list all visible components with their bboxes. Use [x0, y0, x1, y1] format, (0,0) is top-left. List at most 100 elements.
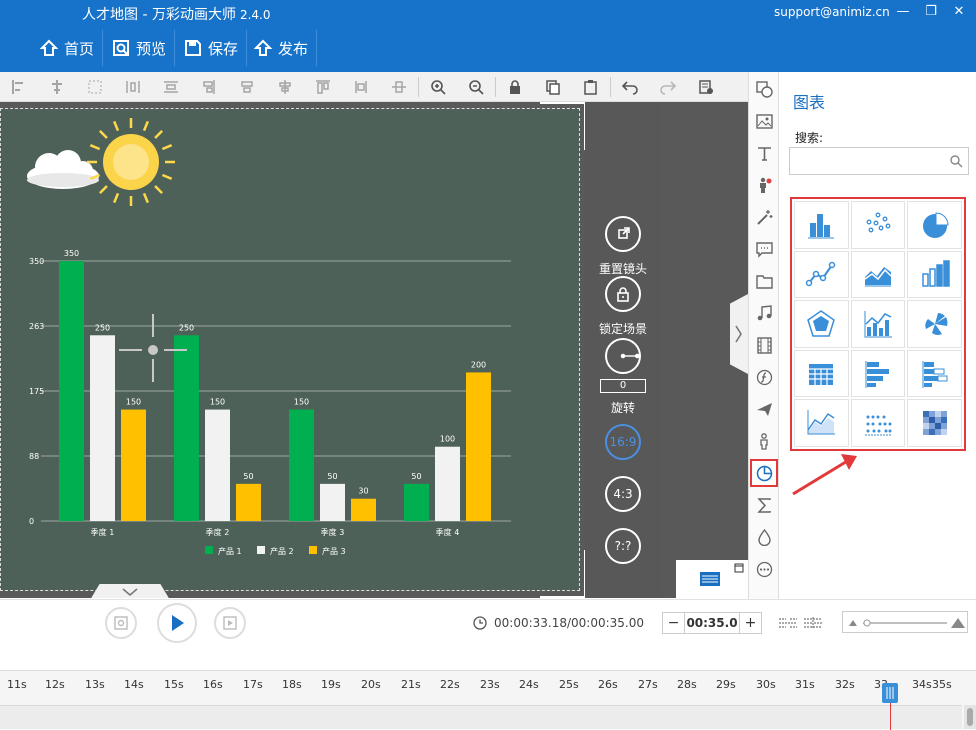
sun-ray: [154, 185, 163, 194]
align-left-button[interactable]: [0, 72, 38, 102]
expand-panel-tab[interactable]: [730, 294, 748, 374]
zoom-slider[interactable]: [842, 611, 968, 633]
preview-button[interactable]: 预览: [104, 30, 176, 66]
minimize-button[interactable]: —: [893, 2, 913, 22]
duration-stepper[interactable]: − 00:35.0 +: [662, 612, 762, 634]
chart-type-bar[interactable]: [794, 201, 849, 249]
transition-tool[interactable]: [752, 397, 776, 421]
duration-minus-button[interactable]: −: [663, 613, 685, 633]
align-top-button[interactable]: [304, 72, 342, 102]
align-center-button[interactable]: [228, 72, 266, 102]
chart-type-table[interactable]: [794, 349, 849, 398]
restore-button[interactable]: ❐: [921, 2, 941, 22]
search-icon[interactable]: [949, 154, 963, 168]
ratio-custom-button[interactable]: ?:?: [605, 528, 641, 564]
timeline-scroll-thumb[interactable]: [967, 708, 973, 726]
align-col-button[interactable]: [190, 72, 228, 102]
bubble-tool[interactable]: [752, 237, 776, 261]
close-button[interactable]: ✕: [949, 2, 969, 22]
bar: [289, 409, 314, 521]
align-bottom-button[interactable]: [380, 72, 418, 102]
align-hcenter-button[interactable]: [38, 72, 76, 102]
undo-button[interactable]: [611, 72, 649, 102]
chart-type-stacked-bar[interactable]: [907, 349, 962, 398]
person-tool[interactable]: [752, 429, 776, 453]
stage[interactable]: 0 88 175 263 350 350 250 150 250 150 50 150 50 30 50 1…: [0, 108, 580, 591]
collapse-timeline-tab[interactable]: [90, 584, 170, 598]
reset-camera-button[interactable]: [605, 216, 641, 252]
shape-tool[interactable]: [752, 77, 776, 101]
chart-tool[interactable]: [750, 459, 778, 487]
chart-type-horizontal-bar[interactable]: [850, 349, 906, 398]
heatmap-icon: [922, 411, 947, 436]
save-button[interactable]: 保存: [176, 30, 248, 66]
properties-button[interactable]: [687, 72, 725, 102]
data-label: 30: [358, 487, 368, 496]
preview-frame-button[interactable]: [105, 607, 137, 639]
mini-preview[interactable]: [676, 560, 748, 598]
redo-button[interactable]: [649, 72, 687, 102]
lock-button[interactable]: [496, 72, 534, 102]
chart-type-radar[interactable]: [794, 300, 849, 348]
music-tool[interactable]: [752, 301, 776, 325]
copy-button[interactable]: [534, 72, 572, 102]
duration-plus-button[interactable]: +: [739, 613, 761, 633]
rotate-input[interactable]: 0: [600, 379, 646, 393]
folder-tool[interactable]: [752, 269, 776, 293]
group-button[interactable]: [76, 72, 114, 102]
chart-type-scatter[interactable]: [850, 201, 906, 249]
bar: [351, 498, 376, 521]
publish-button[interactable]: 发布: [246, 30, 318, 66]
sun-ray: [99, 130, 108, 139]
align-right-button[interactable]: [266, 72, 304, 102]
video-tool[interactable]: [752, 333, 776, 357]
duration-value[interactable]: 00:35.0: [685, 613, 739, 633]
home-button[interactable]: 首页: [32, 30, 104, 66]
cloud-icon[interactable]: [27, 150, 99, 189]
align-row-button[interactable]: [152, 72, 190, 102]
chart-type-heatmap[interactable]: [907, 399, 962, 447]
x-tick-label: 季度 2: [206, 527, 230, 537]
chart-type-pie[interactable]: [907, 201, 962, 249]
split-timeline-icon[interactable]: [803, 617, 823, 629]
fit-timeline-icon[interactable]: [778, 617, 798, 629]
role-tool[interactable]: [752, 173, 776, 197]
zoom-in-button[interactable]: [419, 72, 457, 102]
playhead-handle[interactable]: [882, 683, 898, 703]
effect-tool[interactable]: [752, 205, 776, 229]
next-frame-button[interactable]: [214, 607, 246, 639]
chart-svg[interactable]: 0 88 175 263 350 350 250 150 250 150 50 150 50 30 50 1…: [1, 109, 581, 592]
chart-type-line[interactable]: [794, 250, 849, 299]
more-tool[interactable]: [752, 557, 776, 581]
support-email[interactable]: support@animiz.cn: [774, 5, 890, 19]
sun-icon[interactable]: [87, 118, 175, 206]
chart-type-bar-line[interactable]: [850, 300, 906, 348]
sigma-tool[interactable]: [752, 493, 776, 517]
chart-type-rose[interactable]: [907, 300, 962, 348]
chart-type-area[interactable]: [850, 250, 906, 299]
lock-scene-button[interactable]: [605, 276, 641, 312]
chart-type-dot-matrix[interactable]: [850, 399, 906, 447]
ratio-16-9-button[interactable]: 16:9: [605, 424, 641, 460]
paste-button[interactable]: [572, 72, 610, 102]
canvas-area[interactable]: 0 88 175 263 350 350 250 150 250 150 50 150 50 30 50 1…: [0, 102, 748, 598]
chart-type-line-area[interactable]: [794, 399, 849, 447]
timeline-track[interactable]: [0, 705, 962, 729]
ratio-4-3-button[interactable]: 4:3: [605, 476, 641, 512]
image-tool[interactable]: [752, 109, 776, 133]
red-arrow-icon: [792, 454, 857, 496]
timeline-tick: 15s: [164, 678, 184, 691]
distribute-button[interactable]: [114, 72, 152, 102]
search-input[interactable]: [789, 147, 969, 175]
formula-tool[interactable]: [752, 365, 776, 389]
align-middle-button[interactable]: [342, 72, 380, 102]
legend-label: 产品 3: [322, 546, 346, 556]
zoom-out-button[interactable]: [457, 72, 495, 102]
play-button[interactable]: [157, 603, 197, 643]
drop-tool[interactable]: [752, 525, 776, 549]
timeline-scrollbar[interactable]: [964, 705, 976, 729]
chart-type-column[interactable]: [907, 250, 962, 299]
timeline-ruler[interactable]: 11s 12s 13s 14s 15s 16s 17s 18s 19s 20s 21s 22s 23s 2…: [0, 670, 976, 730]
rotate-dial[interactable]: [605, 338, 641, 374]
text-tool[interactable]: [752, 141, 776, 165]
